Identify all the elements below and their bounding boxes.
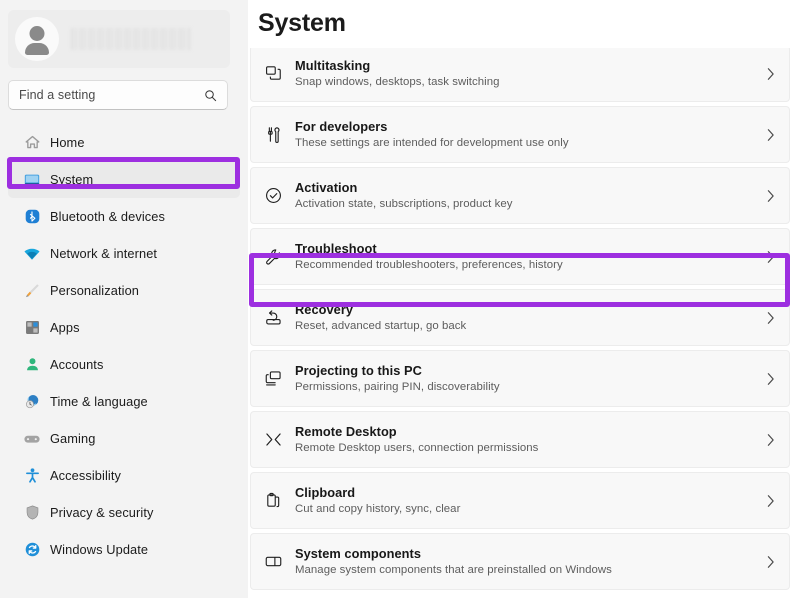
list-item-multitasking[interactable]: Multitasking Snap windows, desktops, tas… <box>250 45 790 102</box>
sidebar-item-apps[interactable]: Apps <box>8 309 240 346</box>
sidebar-item-home[interactable]: Home <box>8 124 240 161</box>
developer-tools-icon <box>251 125 295 144</box>
sidebar-item-label: Apps <box>50 320 80 335</box>
list-item-subtitle: Manage system components that are preins… <box>295 563 612 576</box>
search-input[interactable]: Find a setting <box>8 80 228 110</box>
check-circle-icon <box>251 186 295 205</box>
chevron-right-icon[interactable] <box>766 67 775 81</box>
sidebar-item-network-internet[interactable]: Network & internet <box>8 235 240 272</box>
person-icon <box>18 356 46 373</box>
list-item-title: For developers <box>295 118 388 134</box>
search-placeholder: Find a setting <box>19 88 96 102</box>
list-item-subtitle: Permissions, pairing PIN, discoverabilit… <box>295 380 500 393</box>
wrench-icon <box>251 247 295 266</box>
paintbrush-icon <box>18 282 46 299</box>
list-item-for-developers[interactable]: For developers These settings are intend… <box>250 106 790 163</box>
update-refresh-icon <box>18 541 46 558</box>
sidebar-item-label: System <box>50 172 94 187</box>
apps-grid-icon <box>18 319 46 336</box>
main-content: Discoverability, received files location… <box>248 0 800 598</box>
list-item-subtitle: These settings are intended for developm… <box>295 136 569 149</box>
gamepad-icon <box>18 430 46 448</box>
search-icon[interactable] <box>204 89 217 102</box>
wifi-icon <box>18 245 46 263</box>
account-card[interactable] <box>8 10 230 68</box>
sidebar-item-time-language[interactable]: Time & language <box>8 383 240 420</box>
system-components-icon <box>251 552 295 571</box>
chevron-right-icon[interactable] <box>766 494 775 508</box>
sidebar-item-label: Home <box>50 135 85 150</box>
sidebar-item-label: Network & internet <box>50 246 158 261</box>
list-item-projecting-to-this-pc[interactable]: Projecting to this PC Permissions, pairi… <box>250 350 790 407</box>
sidebar-item-gaming[interactable]: Gaming <box>8 420 240 457</box>
home-icon <box>18 134 46 151</box>
settings-window: Find a setting Home System Bluetooth & d… <box>0 0 800 598</box>
chevron-right-icon[interactable] <box>766 433 775 447</box>
sidebar-item-label: Accounts <box>50 357 104 372</box>
chevron-right-icon[interactable] <box>766 555 775 569</box>
list-item-title: Recovery <box>295 301 354 317</box>
sidebar-item-label: Personalization <box>50 283 139 298</box>
sidebar-item-label: Gaming <box>50 431 96 446</box>
sidebar-item-system[interactable]: System <box>8 161 240 198</box>
list-item-subtitle: Remote Desktop users, connection permiss… <box>295 441 539 454</box>
list-item-title: Clipboard <box>295 484 356 500</box>
list-item-subtitle: Cut and copy history, sync, clear <box>295 502 461 515</box>
clock-globe-icon <box>18 393 46 410</box>
page-title: System <box>258 9 346 37</box>
list-item-subtitle: Snap windows, desktops, task switching <box>295 75 500 88</box>
account-name-redacted <box>71 28 191 50</box>
bluetooth-icon <box>18 208 46 225</box>
system-monitor-icon <box>18 171 46 189</box>
page-header: System <box>248 0 800 48</box>
chevron-right-icon[interactable] <box>766 128 775 142</box>
shield-icon <box>18 504 46 521</box>
sidebar-item-accessibility[interactable]: Accessibility <box>8 457 240 494</box>
sidebar-item-privacy-security[interactable]: Privacy & security <box>8 494 240 531</box>
list-item-remote-desktop[interactable]: Remote Desktop Remote Desktop users, con… <box>250 411 790 468</box>
sidebar-item-accounts[interactable]: Accounts <box>8 346 240 383</box>
chevron-right-icon[interactable] <box>766 250 775 264</box>
list-item-title: Multitasking <box>295 57 371 73</box>
chevron-right-icon[interactable] <box>766 372 775 386</box>
list-item-activation[interactable]: Activation Activation state, subscriptio… <box>250 167 790 224</box>
list-item-subtitle: Reset, advanced startup, go back <box>295 319 467 332</box>
sidebar-item-personalization[interactable]: Personalization <box>8 272 240 309</box>
sidebar-item-label: Windows Update <box>50 542 149 557</box>
list-item-system-components[interactable]: System components Manage system componen… <box>250 533 790 590</box>
settings-list: Discoverability, received files location… <box>248 0 800 594</box>
sidebar-item-label: Time & language <box>50 394 148 409</box>
person-avatar-icon <box>15 17 59 61</box>
sidebar-item-label: Privacy & security <box>50 505 154 520</box>
clipboard-icon <box>251 491 295 510</box>
list-item-title: System components <box>295 545 422 561</box>
list-item-title: Projecting to this PC <box>295 362 422 378</box>
list-item-title: Troubleshoot <box>295 240 377 256</box>
accessibility-person-icon <box>18 467 46 484</box>
chevron-right-icon[interactable] <box>766 311 775 325</box>
sidebar-item-windows-update[interactable]: Windows Update <box>8 531 240 568</box>
list-item-title: Remote Desktop <box>295 423 397 439</box>
chevron-right-icon[interactable] <box>766 189 775 203</box>
sidebar-item-label: Accessibility <box>50 468 121 483</box>
sidebar-item-label: Bluetooth & devices <box>50 209 166 224</box>
sidebar: Find a setting Home System Bluetooth & d… <box>0 0 248 598</box>
multitasking-windows-icon <box>251 64 295 83</box>
projecting-monitors-icon <box>251 369 295 388</box>
list-item-subtitle: Recommended troubleshooters, preferences… <box>295 258 563 271</box>
list-item-title: Activation <box>295 179 358 195</box>
sidebar-item-bluetooth-devices[interactable]: Bluetooth & devices <box>8 198 240 235</box>
list-item-recovery[interactable]: Recovery Reset, advanced startup, go bac… <box>250 289 790 346</box>
list-item-troubleshoot[interactable]: Troubleshoot Recommended troubleshooters… <box>250 228 790 285</box>
list-item-clipboard[interactable]: Clipboard Cut and copy history, sync, cl… <box>250 472 790 529</box>
list-item-subtitle: Activation state, subscriptions, product… <box>295 197 513 210</box>
sidebar-nav: Home System Bluetooth & devices Network … <box>0 124 248 568</box>
remote-desktop-icon <box>251 430 295 449</box>
recovery-icon <box>251 308 295 327</box>
